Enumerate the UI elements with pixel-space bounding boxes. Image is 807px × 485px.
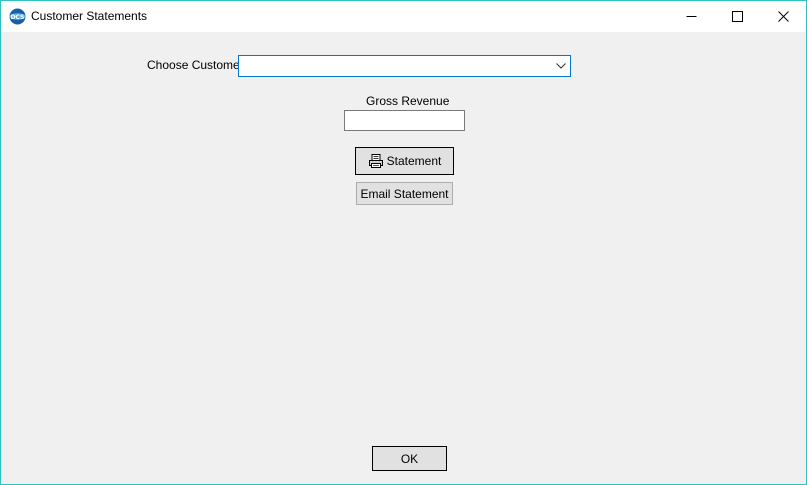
gross-revenue-input[interactable]	[344, 110, 465, 131]
svg-text:DCS: DCS	[11, 14, 25, 21]
close-button[interactable]	[760, 1, 806, 32]
statement-button-label: Statement	[386, 154, 442, 168]
minimize-icon	[686, 16, 696, 17]
statement-button[interactable]: Statement	[355, 147, 454, 175]
minimize-button[interactable]	[668, 1, 714, 32]
window-title: Customer Statements	[31, 9, 148, 23]
ok-button[interactable]: OK	[372, 446, 447, 471]
email-statement-button[interactable]: Email Statement	[356, 182, 453, 205]
maximize-button[interactable]	[714, 1, 760, 32]
chevron-down-icon	[555, 63, 566, 69]
ok-button-label: OK	[400, 451, 419, 466]
choose-customer-label: Choose Customer	[147, 58, 244, 72]
title-bar[interactable]: DCS Customer Statements	[1, 1, 806, 32]
maximize-icon	[731, 11, 743, 22]
customer-statements-window: DCS Customer Statements Choose Customer	[0, 0, 807, 485]
dropdown-arrow[interactable]	[553, 58, 568, 74]
close-icon	[777, 11, 789, 22]
printer-icon	[368, 154, 383, 168]
customer-select[interactable]	[238, 55, 571, 77]
email-statement-button-label: Email Statement	[360, 186, 449, 201]
gross-revenue-label: Gross Revenue	[366, 94, 450, 108]
app-logo-icon: DCS	[9, 8, 26, 25]
